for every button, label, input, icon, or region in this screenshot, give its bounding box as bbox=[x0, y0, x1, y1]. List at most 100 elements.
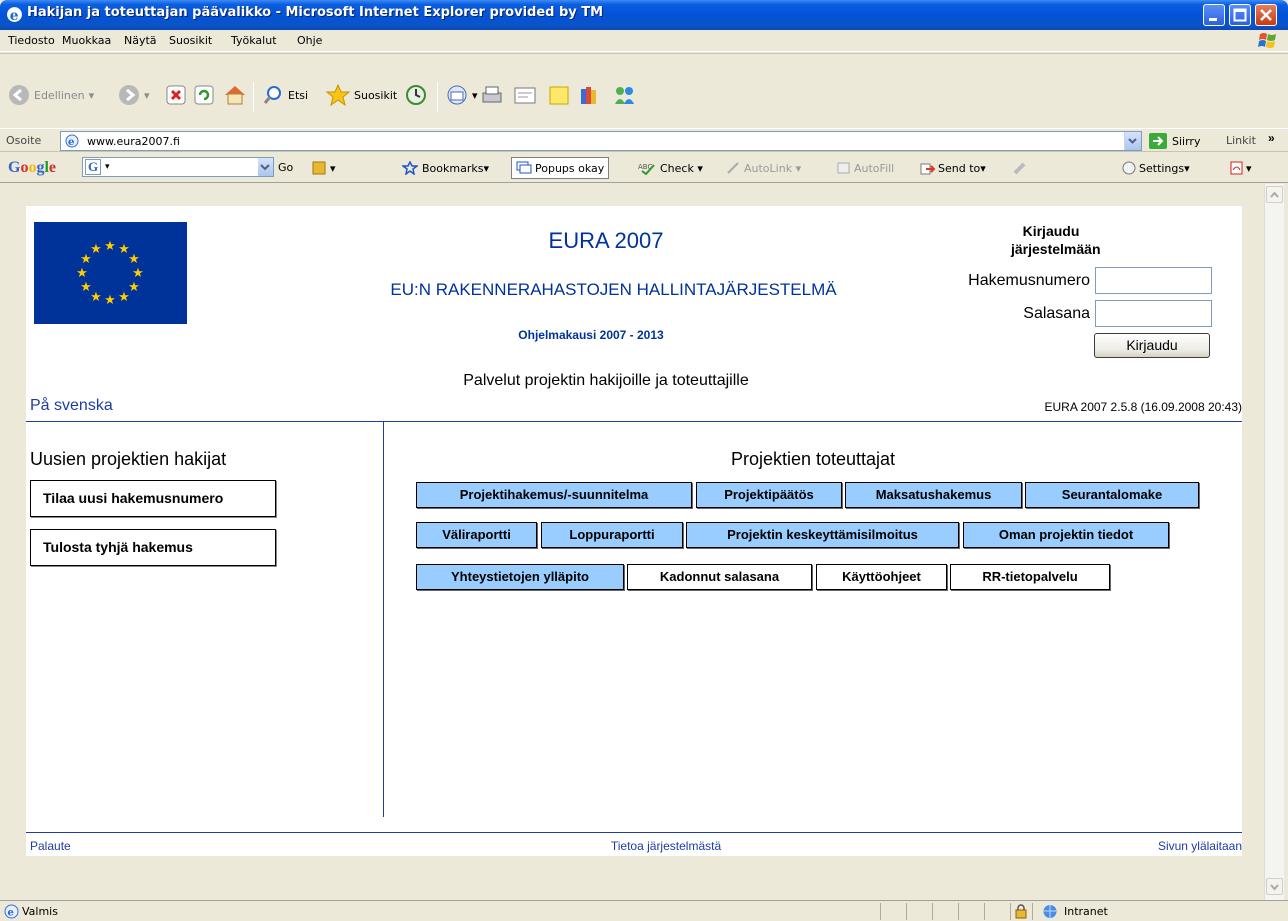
mail-icon bbox=[447, 85, 467, 105]
maximize-button[interactable] bbox=[1229, 4, 1251, 26]
mail-button[interactable]: ▾ bbox=[446, 84, 478, 106]
stop-button[interactable] bbox=[165, 84, 187, 106]
print-empty-application-button[interactable]: Tulosta tyhjä hakemus bbox=[30, 529, 276, 566]
svg-text:★: ★ bbox=[128, 252, 140, 267]
favorites-button[interactable]: Suosikit bbox=[326, 84, 397, 106]
window-title-bar[interactable]: e Hakijan ja toteuttajan päävalikko - Mi… bbox=[0, 0, 1288, 30]
menu-help[interactable]: Ohje bbox=[297, 34, 322, 47]
google-g-icon[interactable]: G bbox=[85, 159, 101, 175]
about-system-link[interactable]: Tietoa järjestelmästä bbox=[26, 839, 1288, 853]
project-suspension-button[interactable]: Projektin keskeyttämisilmoitus bbox=[686, 522, 959, 548]
spell-check-button[interactable]: ABC Check ▾ bbox=[638, 161, 703, 175]
window-title: Hakijan ja toteuttajan päävalikko - Micr… bbox=[27, 5, 604, 20]
interim-report-button[interactable]: Väliraportti bbox=[416, 522, 537, 548]
close-button[interactable] bbox=[1255, 4, 1277, 26]
address-dropdown-icon[interactable] bbox=[1124, 132, 1141, 150]
history-icon bbox=[406, 85, 426, 105]
edit-page-icon bbox=[514, 87, 536, 104]
google-search-input[interactable]: G ▾ bbox=[82, 157, 274, 177]
edit-button[interactable] bbox=[513, 84, 537, 106]
search-icon bbox=[263, 86, 281, 104]
order-application-number-button[interactable]: Tilaa uusi hakemusnumero bbox=[30, 480, 276, 517]
menu-favorites[interactable]: Suosikit bbox=[169, 34, 212, 47]
google-go-button[interactable]: Go bbox=[278, 161, 293, 174]
lost-password-button[interactable]: Kadonnut salasana bbox=[627, 564, 812, 590]
svg-text:e: e bbox=[10, 8, 19, 23]
popup-blocker-button[interactable]: Popups okay bbox=[511, 157, 610, 179]
autofill-button[interactable]: AutoFill bbox=[836, 161, 894, 175]
version-info: EURA 2007 2.5.8 (16.09.2008 20:43) bbox=[1044, 400, 1242, 414]
web-page: ★ ★ ★ ★ ★ ★ ★ ★ ★ ★ ★ ★ EURA 2007 EU:N R… bbox=[26, 206, 1242, 856]
svg-text:e: e bbox=[8, 908, 14, 919]
links-more-icon[interactable]: » bbox=[1268, 131, 1275, 145]
implementers-title: Projektien toteuttajat bbox=[730, 449, 896, 469]
google-more-button[interactable]: ▾ bbox=[308, 161, 336, 175]
payment-application-button[interactable]: Maksatushakemus bbox=[845, 482, 1022, 508]
password-input[interactable] bbox=[1095, 300, 1212, 327]
standard-toolbar: Edellinen ▾ ▾ Etsi Suosikit ▾ bbox=[0, 53, 1288, 127]
research-button[interactable] bbox=[578, 84, 602, 106]
menu-edit[interactable]: Muokkaa bbox=[62, 34, 111, 47]
pdf-button[interactable]: ▾ bbox=[1228, 161, 1252, 175]
forward-button[interactable]: ▾ bbox=[118, 84, 150, 106]
settings-button[interactable]: Settings ▾ bbox=[1122, 161, 1190, 175]
refresh-button[interactable] bbox=[193, 84, 215, 106]
links-label[interactable]: Linkit bbox=[1226, 134, 1256, 147]
project-decision-button[interactable]: Projektipäätös bbox=[696, 482, 842, 508]
google-toolbar: Google G ▾ Go ▾ Bookmarks ▾ Popups okay A… bbox=[0, 153, 1288, 183]
menu-tools[interactable]: Työkalut bbox=[231, 34, 277, 47]
google-search-dropdown-icon[interactable] bbox=[258, 158, 273, 176]
monitoring-form-button[interactable]: Seurantalomake bbox=[1025, 482, 1199, 508]
menu-bar: Tiedosto Muokkaa Näytä Suosikit Työkalut… bbox=[0, 30, 1288, 52]
back-dropdown-icon[interactable]: ▾ bbox=[89, 89, 95, 102]
address-input[interactable]: e www.eura2007.fi bbox=[60, 131, 1142, 151]
puzzle-icon bbox=[312, 161, 326, 175]
go-button[interactable]: Siirry bbox=[1148, 132, 1200, 150]
home-icon bbox=[225, 86, 245, 105]
note-icon bbox=[549, 86, 569, 105]
vertical-scrollbar[interactable] bbox=[1264, 184, 1284, 900]
google-logo[interactable]: Google bbox=[8, 159, 56, 177]
messenger-button[interactable] bbox=[612, 84, 638, 106]
intranet-globe-icon bbox=[1043, 905, 1057, 918]
bookmarks-button[interactable]: Bookmarks ▾ bbox=[402, 161, 489, 175]
discuss-button[interactable] bbox=[548, 84, 570, 106]
autofill-icon bbox=[837, 162, 850, 174]
program-period: Ohjelmakausi 2007 - 2013 bbox=[518, 328, 664, 342]
back-button[interactable]: Edellinen ▾ bbox=[8, 84, 94, 106]
minimize-button[interactable] bbox=[1203, 4, 1225, 26]
login-button[interactable]: Kirjaudu bbox=[1094, 333, 1210, 358]
own-project-info-button[interactable]: Oman projektin tiedot bbox=[963, 522, 1169, 548]
scroll-up-icon[interactable] bbox=[1266, 186, 1283, 203]
messenger-icon bbox=[615, 87, 634, 104]
svg-text:e: e bbox=[68, 137, 74, 148]
mail-dropdown-icon[interactable]: ▾ bbox=[472, 89, 478, 102]
menu-view[interactable]: Näytä bbox=[124, 34, 157, 47]
search-button[interactable]: Etsi bbox=[262, 84, 308, 106]
forward-arrow-icon bbox=[119, 85, 139, 105]
project-application-button[interactable]: Projektihakemus/-suunnitelma bbox=[416, 482, 692, 508]
user-guide-button[interactable]: Käyttöohjeet bbox=[816, 564, 947, 590]
scroll-down-icon[interactable] bbox=[1266, 878, 1283, 895]
rr-info-service-button[interactable]: RR-tietopalvelu bbox=[950, 564, 1110, 590]
autolink-button[interactable]: AutoLink ▾ bbox=[726, 161, 801, 175]
highlight-button[interactable] bbox=[1012, 161, 1028, 175]
close-icon bbox=[1260, 9, 1272, 21]
history-button[interactable] bbox=[405, 84, 427, 106]
lock-icon bbox=[1015, 904, 1027, 919]
back-to-top-link[interactable]: Sivun ylälaitaan bbox=[1158, 839, 1242, 853]
home-button[interactable] bbox=[223, 84, 247, 106]
application-number-input[interactable] bbox=[1095, 267, 1212, 294]
minimize-icon bbox=[1209, 18, 1217, 21]
final-report-button[interactable]: Loppuraportti bbox=[541, 522, 683, 548]
stop-icon bbox=[166, 85, 186, 105]
contact-info-maintenance-button[interactable]: Yhteystietojen ylläpito bbox=[416, 564, 624, 590]
favorites-star-icon bbox=[326, 84, 350, 106]
menu-file[interactable]: Tiedosto bbox=[8, 34, 55, 47]
print-button[interactable] bbox=[480, 84, 504, 106]
forward-dropdown-icon[interactable]: ▾ bbox=[144, 89, 150, 102]
back-arrow-icon bbox=[9, 85, 29, 105]
swedish-language-link[interactable]: På svenska bbox=[30, 397, 113, 415]
send-to-button[interactable]: Send to ▾ bbox=[920, 161, 986, 175]
page-icon: e bbox=[65, 134, 79, 148]
